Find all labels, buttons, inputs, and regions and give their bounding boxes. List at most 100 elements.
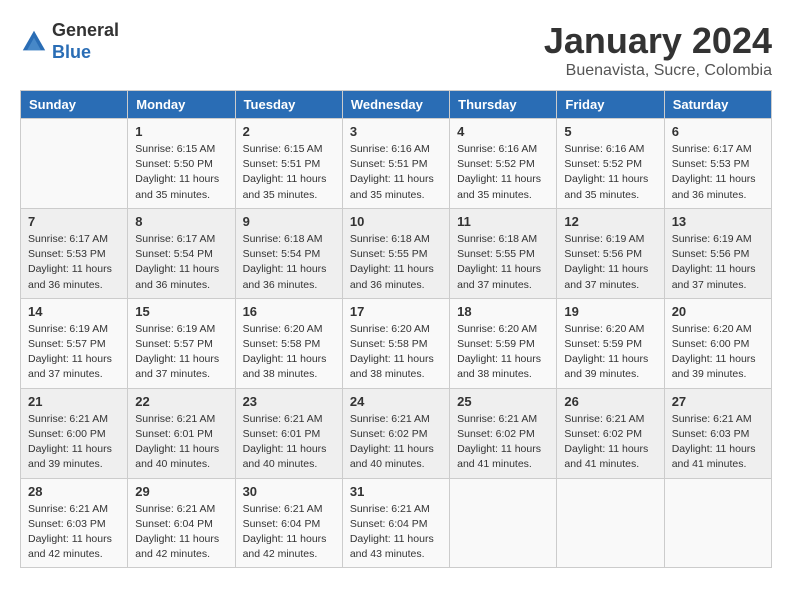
- cell-w4-d2: 23 Sunrise: 6:21 AM Sunset: 6:01 PM Dayli…: [235, 388, 342, 478]
- cell-w5-d3: 31 Sunrise: 6:21 AM Sunset: 6:04 PM Dayli…: [342, 478, 449, 568]
- day-number: 26: [564, 394, 656, 409]
- cell-w5-d5: [557, 478, 664, 568]
- cell-w5-d6: [664, 478, 771, 568]
- title-block: January 2024 Buenavista, Sucre, Colombia: [544, 20, 772, 80]
- cell-w1-d3: 3 Sunrise: 6:16 AM Sunset: 5:51 PM Daylig…: [342, 119, 449, 209]
- day-number: 18: [457, 304, 549, 319]
- day-number: 8: [135, 214, 227, 229]
- day-info: Sunrise: 6:18 AM Sunset: 5:55 PM Dayligh…: [350, 232, 442, 293]
- col-friday: Friday: [557, 91, 664, 119]
- day-number: 12: [564, 214, 656, 229]
- col-monday: Monday: [128, 91, 235, 119]
- week-row-1: 1Sunrise: 6:15 AM Sunset: 5:50 PM Daylig…: [21, 119, 772, 209]
- day-number: 13: [672, 214, 764, 229]
- day-info: Sunrise: 6:21 AM Sunset: 6:03 PM Dayligh…: [28, 502, 120, 563]
- day-info: Sunrise: 6:15 AM Sunset: 5:50 PM Dayligh…: [135, 142, 227, 203]
- calendar-header: Sunday Monday Tuesday Wednesday Thursday…: [21, 91, 772, 119]
- logo-general-text: General: [52, 20, 119, 42]
- col-thursday: Thursday: [450, 91, 557, 119]
- day-number: 4: [457, 124, 549, 139]
- day-number: 5: [564, 124, 656, 139]
- day-number: 2: [243, 124, 335, 139]
- day-number: 30: [243, 484, 335, 499]
- cell-w5-d4: [450, 478, 557, 568]
- day-info: Sunrise: 6:19 AM Sunset: 5:56 PM Dayligh…: [672, 232, 764, 293]
- day-number: 10: [350, 214, 442, 229]
- day-info: Sunrise: 6:18 AM Sunset: 5:54 PM Dayligh…: [243, 232, 335, 293]
- cell-w3-d2: 16 Sunrise: 6:20 AM Sunset: 5:58 PM Dayli…: [235, 298, 342, 388]
- cell-w4-d6: 27 Sunrise: 6:21 AM Sunset: 6:03 PM Dayli…: [664, 388, 771, 478]
- day-number: 21: [28, 394, 120, 409]
- day-number: 22: [135, 394, 227, 409]
- cell-w1-d6: 6 Sunrise: 6:17 AM Sunset: 5:53 PM Daylig…: [664, 119, 771, 209]
- day-number: 19: [564, 304, 656, 319]
- calendar-table: Sunday Monday Tuesday Wednesday Thursday…: [20, 90, 772, 568]
- day-info: Sunrise: 6:21 AM Sunset: 6:03 PM Dayligh…: [672, 412, 764, 473]
- day-info: Sunrise: 6:19 AM Sunset: 5:57 PM Dayligh…: [135, 322, 227, 383]
- logo-text: General Blue: [52, 20, 119, 63]
- cell-w3-d3: 17Sunrise: 6:20 AM Sunset: 5:58 PM Dayli…: [342, 298, 449, 388]
- day-info: Sunrise: 6:16 AM Sunset: 5:51 PM Dayligh…: [350, 142, 442, 203]
- col-tuesday: Tuesday: [235, 91, 342, 119]
- cell-w2-d1: 8Sunrise: 6:17 AM Sunset: 5:54 PM Daylig…: [128, 208, 235, 298]
- day-info: Sunrise: 6:21 AM Sunset: 6:04 PM Dayligh…: [243, 502, 335, 563]
- cell-w2-d5: 12 Sunrise: 6:19 AM Sunset: 5:56 PM Dayli…: [557, 208, 664, 298]
- week-row-4: 21 Sunrise: 6:21 AM Sunset: 6:00 PM Dayli…: [21, 388, 772, 478]
- day-number: 27: [672, 394, 764, 409]
- cell-w1-d2: 2 Sunrise: 6:15 AM Sunset: 5:51 PM Daylig…: [235, 119, 342, 209]
- cell-w4-d1: 22 Sunrise: 6:21 AM Sunset: 6:01 PM Dayli…: [128, 388, 235, 478]
- day-info: Sunrise: 6:16 AM Sunset: 5:52 PM Dayligh…: [457, 142, 549, 203]
- day-info: Sunrise: 6:21 AM Sunset: 6:01 PM Dayligh…: [243, 412, 335, 473]
- cell-w3-d6: 20Sunrise: 6:20 AM Sunset: 6:00 PM Dayli…: [664, 298, 771, 388]
- day-info: Sunrise: 6:20 AM Sunset: 5:58 PM Dayligh…: [350, 322, 442, 383]
- week-row-5: 28Sunrise: 6:21 AM Sunset: 6:03 PM Dayli…: [21, 478, 772, 568]
- day-info: Sunrise: 6:17 AM Sunset: 5:53 PM Dayligh…: [672, 142, 764, 203]
- cell-w3-d4: 18 Sunrise: 6:20 AM Sunset: 5:59 PM Dayli…: [450, 298, 557, 388]
- day-info: Sunrise: 6:18 AM Sunset: 5:55 PM Dayligh…: [457, 232, 549, 293]
- cell-w2-d6: 13 Sunrise: 6:19 AM Sunset: 5:56 PM Dayli…: [664, 208, 771, 298]
- cell-w1-d5: 5 Sunrise: 6:16 AM Sunset: 5:52 PM Daylig…: [557, 119, 664, 209]
- cell-w1-d4: 4 Sunrise: 6:16 AM Sunset: 5:52 PM Daylig…: [450, 119, 557, 209]
- day-number: 9: [243, 214, 335, 229]
- day-info: Sunrise: 6:19 AM Sunset: 5:56 PM Dayligh…: [564, 232, 656, 293]
- logo: General Blue: [20, 20, 119, 63]
- day-number: 23: [243, 394, 335, 409]
- day-info: Sunrise: 6:20 AM Sunset: 5:59 PM Dayligh…: [564, 322, 656, 383]
- location-subtitle: Buenavista, Sucre, Colombia: [544, 62, 772, 80]
- calendar-body: 1Sunrise: 6:15 AM Sunset: 5:50 PM Daylig…: [21, 119, 772, 568]
- day-info: Sunrise: 6:17 AM Sunset: 5:53 PM Dayligh…: [28, 232, 120, 293]
- cell-w5-d1: 29 Sunrise: 6:21 AM Sunset: 6:04 PM Dayli…: [128, 478, 235, 568]
- cell-w3-d0: 14 Sunrise: 6:19 AM Sunset: 5:57 PM Dayli…: [21, 298, 128, 388]
- day-number: 11: [457, 214, 549, 229]
- cell-w5-d2: 30 Sunrise: 6:21 AM Sunset: 6:04 PM Dayli…: [235, 478, 342, 568]
- cell-w3-d1: 15Sunrise: 6:19 AM Sunset: 5:57 PM Dayli…: [128, 298, 235, 388]
- col-wednesday: Wednesday: [342, 91, 449, 119]
- day-number: 31: [350, 484, 442, 499]
- cell-w4-d0: 21 Sunrise: 6:21 AM Sunset: 6:00 PM Dayli…: [21, 388, 128, 478]
- day-info: Sunrise: 6:21 AM Sunset: 6:04 PM Dayligh…: [350, 502, 442, 563]
- day-info: Sunrise: 6:16 AM Sunset: 5:52 PM Dayligh…: [564, 142, 656, 203]
- day-info: Sunrise: 6:21 AM Sunset: 6:02 PM Dayligh…: [564, 412, 656, 473]
- day-info: Sunrise: 6:21 AM Sunset: 6:02 PM Dayligh…: [350, 412, 442, 473]
- day-number: 7: [28, 214, 120, 229]
- day-number: 20: [672, 304, 764, 319]
- page-header: General Blue January 2024 Buenavista, Su…: [20, 20, 772, 80]
- cell-w5-d0: 28Sunrise: 6:21 AM Sunset: 6:03 PM Dayli…: [21, 478, 128, 568]
- day-number: 16: [243, 304, 335, 319]
- day-info: Sunrise: 6:21 AM Sunset: 6:02 PM Dayligh…: [457, 412, 549, 473]
- day-number: 29: [135, 484, 227, 499]
- day-info: Sunrise: 6:19 AM Sunset: 5:57 PM Dayligh…: [28, 322, 120, 383]
- logo-icon: [20, 28, 48, 56]
- day-info: Sunrise: 6:20 AM Sunset: 5:59 PM Dayligh…: [457, 322, 549, 383]
- day-info: Sunrise: 6:21 AM Sunset: 6:04 PM Dayligh…: [135, 502, 227, 563]
- day-number: 14: [28, 304, 120, 319]
- cell-w2-d0: 7 Sunrise: 6:17 AM Sunset: 5:53 PM Daylig…: [21, 208, 128, 298]
- day-number: 3: [350, 124, 442, 139]
- day-info: Sunrise: 6:21 AM Sunset: 6:01 PM Dayligh…: [135, 412, 227, 473]
- cell-w1-d1: 1Sunrise: 6:15 AM Sunset: 5:50 PM Daylig…: [128, 119, 235, 209]
- col-saturday: Saturday: [664, 91, 771, 119]
- day-info: Sunrise: 6:15 AM Sunset: 5:51 PM Dayligh…: [243, 142, 335, 203]
- day-info: Sunrise: 6:21 AM Sunset: 6:00 PM Dayligh…: [28, 412, 120, 473]
- day-info: Sunrise: 6:20 AM Sunset: 5:58 PM Dayligh…: [243, 322, 335, 383]
- day-number: 6: [672, 124, 764, 139]
